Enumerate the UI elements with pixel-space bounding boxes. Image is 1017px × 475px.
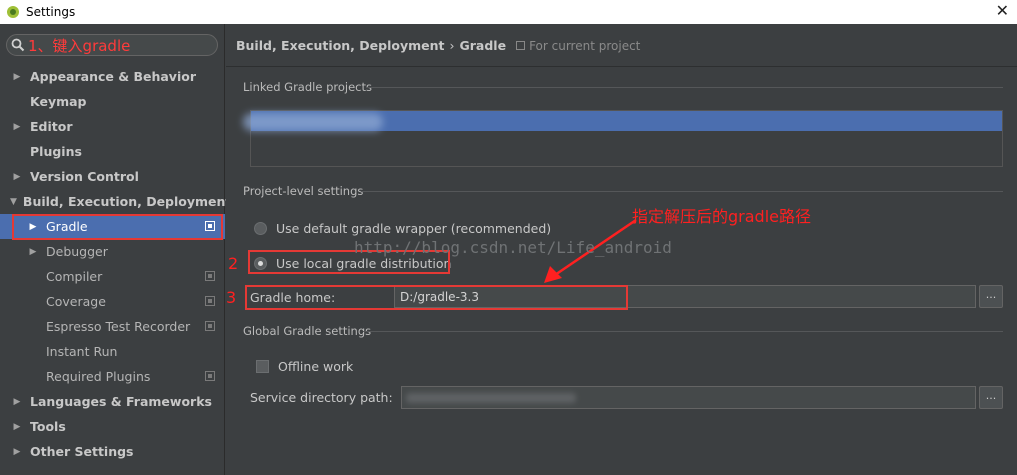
section-title-global: Global Gradle settings (243, 324, 372, 338)
sidebar-item-instant-run[interactable]: Instant Run (0, 339, 225, 364)
annotation-hint: 指定解压后的gradle路径 (632, 207, 811, 226)
sidebar-item-label: Instant Run (46, 344, 118, 359)
sidebar-item-label: Editor (30, 119, 73, 134)
sidebar-item-label: Build, Execution, Deployment (22, 194, 232, 209)
sidebar-item-debugger[interactable]: ▶ Debugger (0, 239, 225, 264)
breadcrumb: Build, Execution, Deployment › Gradle Fo… (236, 38, 640, 53)
settings-tree: ▶ Appearance & Behavior Keymap ▶ Editor … (0, 64, 231, 464)
radio-default-wrapper[interactable]: Use default gradle wrapper (recommended) (254, 221, 551, 236)
chevron-right-icon[interactable]: ▶ (10, 122, 24, 132)
sidebar-item-compiler[interactable]: Compiler (0, 264, 225, 289)
sidebar-item-label: Espresso Test Recorder (46, 319, 191, 334)
section-divider (366, 87, 1003, 88)
chevron-right-icon[interactable]: ▶ (10, 72, 24, 82)
chevron-right-icon[interactable]: ▶ (10, 447, 24, 457)
chevron-right-icon[interactable]: ▶ (10, 397, 24, 407)
checkbox[interactable] (256, 360, 269, 373)
sidebar-item-label: Compiler (46, 269, 103, 284)
project-scope-icon (205, 271, 215, 281)
service-directory-label: Service directory path: (250, 390, 393, 405)
sidebar-item-label: Coverage (46, 294, 106, 309)
section-divider (363, 331, 1003, 332)
sidebar-item-tools[interactable]: ▶ Tools (0, 414, 225, 439)
annotation-step-2: 2 (228, 254, 239, 273)
watermark-text: http://blog.csdn.net/Life_android (354, 238, 672, 257)
chevron-right-icon[interactable]: ▶ (10, 422, 24, 432)
android-studio-icon (7, 6, 19, 18)
section-divider (361, 191, 1003, 192)
linked-projects-list[interactable] (243, 110, 1003, 167)
project-scope-icon (205, 296, 215, 306)
sidebar-item-label: Required Plugins (46, 369, 151, 384)
search-icon (11, 38, 25, 52)
sidebar-item-appearance[interactable]: ▶ Appearance & Behavior (0, 64, 225, 89)
radio-button[interactable] (254, 222, 267, 235)
sidebar-item-label: Keymap (30, 94, 87, 109)
breadcrumb-current: Gradle (459, 38, 507, 53)
sidebar-item-label: Appearance & Behavior (30, 69, 196, 84)
redacted-project-name (243, 113, 383, 131)
close-icon[interactable]: ✕ (996, 2, 1009, 20)
section-title-linked: Linked Gradle projects (243, 80, 372, 94)
settings-content: Build, Execution, Deployment › Gradle Fo… (226, 24, 1017, 475)
sidebar-item-required-plugins[interactable]: Required Plugins (0, 364, 225, 389)
sidebar-item-keymap[interactable]: Keymap (0, 89, 225, 114)
sidebar-item-version-control[interactable]: ▶ Version Control (0, 164, 225, 189)
sidebar-item-languages-frameworks[interactable]: ▶ Languages & Frameworks (0, 389, 225, 414)
sidebar-item-coverage[interactable]: Coverage (0, 289, 225, 314)
header-divider (226, 66, 1017, 67)
search-text: 1、键入gradle (28, 36, 131, 55)
radio-label: Use default gradle wrapper (recommended) (276, 221, 552, 236)
browse-gradle-home-button[interactable]: ... (979, 285, 1003, 308)
window-title: Settings (26, 5, 76, 19)
sidebar-item-label: Version Control (30, 169, 139, 184)
annotation-step-3: 3 (226, 288, 237, 307)
sidebar-item-label: Plugins (30, 144, 82, 159)
sidebar-item-label: Other Settings (30, 444, 134, 459)
title-bar: Settings ✕ (0, 0, 1017, 24)
chevron-right-icon[interactable]: ▶ (26, 247, 40, 257)
browse-service-directory-button[interactable]: ... (979, 386, 1003, 409)
sidebar-item-label: Debugger (46, 244, 108, 259)
project-scope-icon (205, 321, 215, 331)
sidebar-item-plugins[interactable]: Plugins (0, 139, 225, 164)
project-scope-icon (205, 371, 215, 381)
project-scope-icon (516, 41, 526, 50)
sidebar-item-build-execution-deployment[interactable]: ▼ Build, Execution, Deployment (0, 189, 231, 214)
section-title-project-level: Project-level settings (243, 184, 364, 198)
offline-work-checkbox[interactable]: Offline work (256, 359, 353, 374)
search-input[interactable]: 1、键入gradle (6, 34, 218, 56)
chevron-down-icon[interactable]: ▼ (10, 197, 17, 207)
sidebar-item-editor[interactable]: ▶ Editor (0, 114, 225, 139)
breadcrumb-parent: Build, Execution, Deployment (236, 38, 445, 53)
redacted-path (406, 393, 576, 403)
checkbox-label: Offline work (278, 359, 354, 374)
annotation-highlight-gradle (12, 214, 223, 240)
settings-sidebar: 1、键入gradle ▶ Appearance & Behavior Keyma… (0, 24, 231, 475)
chevron-right-icon[interactable]: ▶ (10, 172, 24, 182)
breadcrumb-separator: › (449, 38, 455, 53)
sidebar-item-label: Languages & Frameworks (30, 394, 212, 409)
sidebar-item-espresso-test-recorder[interactable]: Espresso Test Recorder (0, 314, 225, 339)
sidebar-item-label: Tools (30, 419, 66, 434)
sidebar-item-other-settings[interactable]: ▶ Other Settings (0, 439, 225, 464)
scope-label: For current project (529, 38, 641, 53)
